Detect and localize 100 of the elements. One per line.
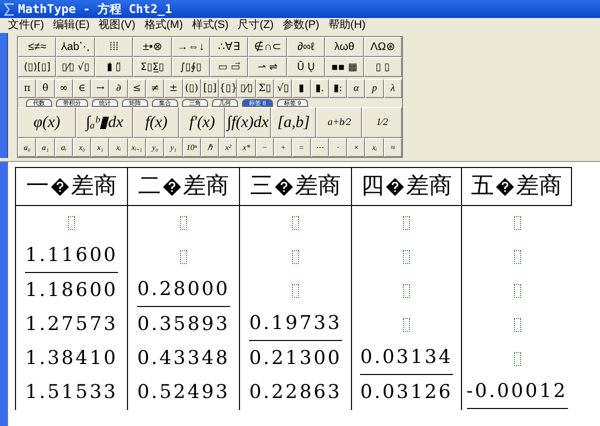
palette-button[interactable]: ≤≠≈ <box>18 37 56 57</box>
expression-button[interactable]: φ(x) <box>18 107 76 138</box>
symbol-button[interactable]: → <box>91 79 110 98</box>
symbol-button[interactable]: ≈ <box>384 138 402 157</box>
expression-button[interactable]: 1⁄2 <box>362 107 402 138</box>
palette-button[interactable]: ⇀ ⇌ <box>248 57 287 77</box>
symbol-button[interactable]: ≤ <box>128 79 146 98</box>
palette-button[interactable]: ∫▯∮▯ <box>172 57 210 77</box>
symbol-button[interactable]: + <box>274 138 292 157</box>
palette-button[interactable]: ▪▪ ▦ <box>325 57 364 77</box>
symbol-button[interactable]: ± <box>164 79 183 98</box>
symbol-button[interactable]: y₁ <box>164 138 183 157</box>
palette-button[interactable]: →⇔↓ <box>172 37 210 57</box>
expression-button[interactable]: a+b⁄2 <box>316 107 362 138</box>
placeholder-icon <box>514 318 520 332</box>
cell-value: 0.52493 <box>137 380 230 405</box>
symbol-button[interactable]: ∈ <box>72 79 92 98</box>
palette-button[interactable]: ±•⊗ <box>133 37 172 57</box>
symbol-button[interactable]: ℏ <box>200 138 220 157</box>
cell-value: 1.18600 <box>25 278 118 303</box>
palette-button[interactable]: ⁞⁞⁞ <box>94 37 134 57</box>
cell-value: 0.21300 <box>249 346 342 371</box>
palette-button[interactable]: ∂∞ℓ <box>286 37 326 57</box>
symbol-button[interactable]: = <box>292 138 310 157</box>
symbol-button[interactable]: a₁ <box>36 138 55 157</box>
symbol-button[interactable]: {▯} <box>219 79 238 98</box>
palette-button[interactable]: ⅄ab⋱ <box>56 37 95 57</box>
symbol-button[interactable]: ⋯ <box>310 138 329 157</box>
expression-button[interactable]: ∫f(x)dx <box>224 107 271 138</box>
expression-button[interactable]: f′(x) <box>179 107 225 138</box>
symbol-button[interactable]: · <box>328 138 348 157</box>
symbol-button[interactable]: y₀ <box>146 138 164 157</box>
palette-button[interactable]: ▮̇ ▯̈ <box>94 57 134 77</box>
cell-value: -0.00012 <box>466 377 568 409</box>
palette-button[interactable]: Ū Ų <box>286 57 326 77</box>
cell-value: 0.03126 <box>360 380 453 405</box>
palette-button[interactable]: ∴∀∃ <box>210 37 248 57</box>
symbol-button[interactable]: a₀ <box>18 138 36 157</box>
expression-button[interactable]: f(x) <box>133 107 180 138</box>
palette-button[interactable]: λωθ <box>325 37 364 57</box>
symbol-button[interactable]: − <box>256 138 274 157</box>
symbol-button[interactable]: 10ⁿ <box>182 138 201 157</box>
cell-value: 0.28000 <box>137 275 230 307</box>
placeholder-icon <box>514 284 520 298</box>
menu-item[interactable]: 视图(V) <box>98 17 136 34</box>
placeholder-icon <box>514 250 520 264</box>
symbol-button[interactable]: xᵢ <box>365 138 384 157</box>
palette-button[interactable]: ▭ ▭⃗ <box>210 57 248 77</box>
symbol-button[interactable]: ∞ <box>54 79 73 98</box>
cell-value: 0.03134 <box>360 343 453 375</box>
symbol-button[interactable]: ∂ <box>109 79 128 98</box>
menu-item[interactable]: 文件(F) <box>8 17 44 34</box>
diamond-question-icon <box>51 178 69 196</box>
symbol-button[interactable]: ▮ <box>292 79 311 98</box>
symbol-button[interactable]: λ <box>384 79 402 98</box>
symbol-button[interactable]: x₀ <box>72 138 92 157</box>
symbol-button[interactable]: × <box>347 138 366 157</box>
symbol-button[interactable]: aᵢ <box>54 138 73 157</box>
symbol-button[interactable]: Σ▯ <box>256 79 274 98</box>
cell-value: 0.19733 <box>249 309 342 341</box>
palette-button[interactable]: ∉∩⊂ <box>248 37 287 57</box>
placeholder-icon <box>292 250 299 264</box>
palette-button[interactable]: Σ▯Σ̲▯ <box>133 57 172 77</box>
symbol-button[interactable]: ▮: <box>328 79 348 98</box>
expression-button[interactable]: [a,b] <box>270 107 316 138</box>
menu-item[interactable]: 参数(P) <box>282 17 320 34</box>
symbol-button[interactable]: p <box>365 79 384 98</box>
palette-button[interactable]: ▯⁄▯ √▯ <box>56 57 95 77</box>
symbol-button[interactable]: x₁ <box>91 138 110 157</box>
column-header: 差商 <box>516 172 562 202</box>
column-header: 差商 <box>183 172 229 202</box>
symbol-button[interactable]: x* <box>237 138 256 157</box>
placeholder-icon <box>403 216 410 230</box>
symbol-button[interactable]: x² <box>219 138 238 157</box>
symbol-button[interactable]: π <box>18 79 36 98</box>
expression-button[interactable]: ∫ₐᵇ▮dx <box>76 107 134 138</box>
diamond-question-icon <box>163 178 181 196</box>
cell-value: 0.43348 <box>137 346 230 371</box>
symbol-button[interactable]: (▯) <box>182 79 201 98</box>
menu-item[interactable]: 帮助(H) <box>328 17 366 34</box>
palette-button[interactable]: ▯ ▯ <box>364 57 402 77</box>
symbol-button[interactable]: √▯ <box>274 79 292 98</box>
menu-item[interactable]: 尺寸(Z) <box>238 17 274 34</box>
placeholder-icon <box>514 216 520 230</box>
symbol-button[interactable]: α <box>347 79 366 98</box>
symbol-button[interactable]: xᵢ <box>109 138 128 157</box>
symbol-button[interactable]: xᵢ₋₁ <box>128 138 146 157</box>
symbol-button[interactable]: [▯] <box>200 79 220 98</box>
symbol-button[interactable]: ▯⁄▯ <box>237 79 256 98</box>
palette-button[interactable]: (▯)[▯] <box>18 57 56 77</box>
cell-value: 1.27573 <box>25 312 118 337</box>
palette-button[interactable]: ΛΩ⊛ <box>364 37 402 57</box>
symbol-button[interactable]: ▮. <box>310 79 329 98</box>
symbol-button[interactable]: ≠ <box>146 79 164 98</box>
menu-item[interactable]: 格式(M) <box>144 17 183 34</box>
column-numeral: 二 <box>138 172 161 202</box>
placeholder-icon <box>180 250 187 264</box>
menu-item[interactable]: 编辑(E) <box>53 17 90 34</box>
menu-item[interactable]: 样式(S) <box>192 17 229 34</box>
symbol-button[interactable]: θ <box>36 79 55 98</box>
